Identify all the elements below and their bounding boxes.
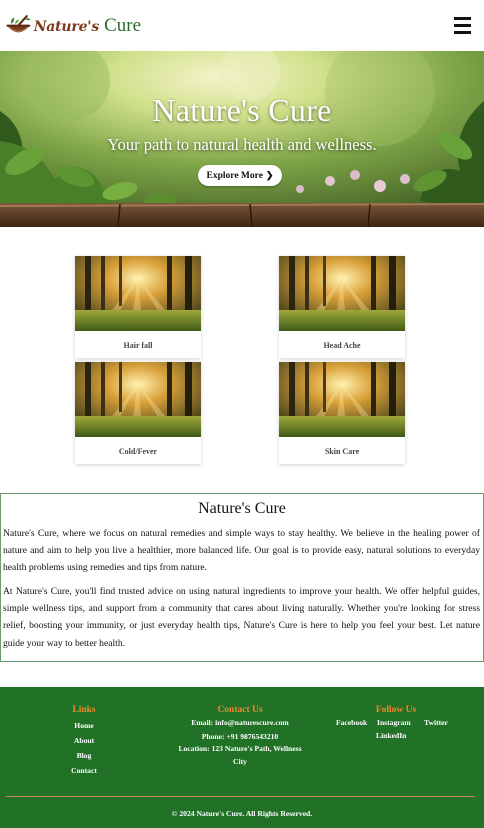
- about-paragraph-1: Nature's Cure, where we focus on natural…: [3, 528, 480, 574]
- footer-copyright: © 2024 Nature's Cure. All Rights Reserve…: [171, 809, 313, 818]
- about-section: Nature's Cure Nature's Cure, where we fo…: [0, 493, 484, 662]
- brand-logo[interactable]: Nature's Cure: [5, 9, 141, 43]
- about-paragraph-2: At Nature's Cure, you'll find trusted ad…: [3, 586, 480, 649]
- remedy-card-head-ache[interactable]: Head Ache: [279, 256, 405, 358]
- forest-sunlight-image: [279, 362, 405, 437]
- footer-link-blog[interactable]: Blog: [60, 751, 108, 760]
- forest-sunlight-image: [75, 256, 201, 331]
- remedy-card-hair-fall[interactable]: Hair fall: [75, 256, 201, 358]
- footer-contact-location-city: City: [233, 757, 247, 766]
- footer-social-instagram[interactable]: Instagram: [377, 718, 411, 727]
- chevron-right-icon: ❯: [265, 170, 274, 180]
- card-label: Hair fall: [123, 341, 153, 350]
- forest-sunlight-image: [75, 362, 201, 437]
- brand-name-part2: Cure: [104, 15, 141, 36]
- footer-link-contact[interactable]: Contact: [60, 766, 108, 775]
- footer-link-about[interactable]: About: [60, 736, 108, 745]
- footer-social-facebook[interactable]: Facebook: [336, 718, 367, 727]
- card-label: Cold/Fever: [118, 447, 158, 456]
- remedy-card-skin-care[interactable]: Skin Care: [279, 362, 405, 464]
- footer-links-heading: Links: [72, 705, 96, 715]
- mortar-pestle-icon: [6, 15, 31, 33]
- hero-banner: Nature's Cure Your path to natural healt…: [0, 51, 484, 227]
- remedy-card-cold-fever[interactable]: Cold/Fever: [75, 362, 201, 464]
- hamburger-menu-icon[interactable]: [451, 14, 475, 36]
- footer-contact-email[interactable]: Email: info@naturescure.com: [160, 716, 320, 729]
- footer-follow-heading: Follow Us: [375, 705, 417, 715]
- site-header: Nature's Cure: [0, 0, 484, 51]
- hero-subtitle: Your path to natural health and wellness…: [107, 135, 377, 154]
- card-label: Skin Care: [324, 447, 360, 456]
- about-title: Nature's Cure: [198, 500, 286, 517]
- explore-more-button[interactable]: Explore More ❯: [198, 165, 282, 186]
- forest-sunlight-image: [279, 256, 405, 331]
- hero-title: Nature's Cure: [152, 92, 332, 128]
- card-label: Head Ache: [323, 341, 361, 350]
- site-footer: Links Home About Blog Contact Contact Us…: [0, 687, 484, 828]
- footer-social-linkedin[interactable]: LinkedIn: [376, 731, 406, 740]
- footer-link-home[interactable]: Home: [60, 721, 108, 730]
- footer-contact-heading: Contact Us: [217, 705, 263, 715]
- explore-more-label: Explore More: [206, 170, 263, 181]
- footer-social-twitter[interactable]: Twitter: [424, 718, 448, 727]
- footer-contact-location: Location: 123 Nature's Path, Wellness: [178, 744, 302, 753]
- brand-name-part1: Nature's: [33, 19, 100, 35]
- footer-divider: [6, 796, 475, 797]
